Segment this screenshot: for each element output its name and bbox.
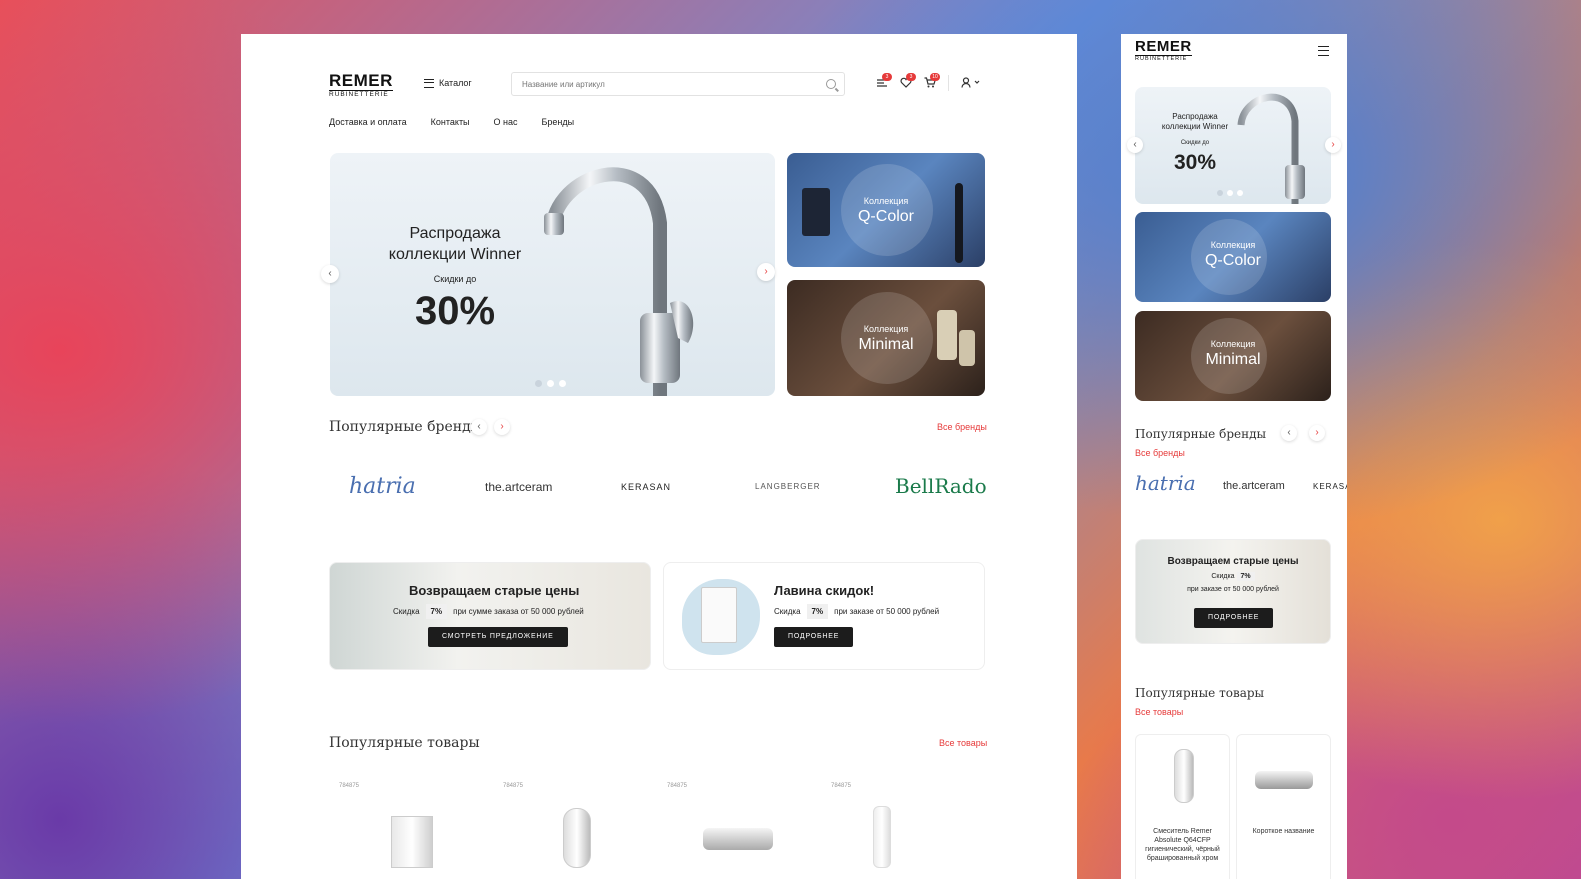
mobile-hero-prev-button[interactable]: ‹ — [1127, 137, 1143, 153]
more-details-button[interactable]: ПОДРОБНЕЕ — [774, 627, 854, 647]
cart-badge: 10 — [930, 73, 940, 81]
brand-logo-kerasan[interactable]: KERASAN — [621, 482, 671, 492]
product-image — [1255, 771, 1313, 789]
hero-prev-button[interactable]: ‹ — [321, 265, 339, 283]
hero-banner[interactable]: Распродажа коллекции Winner Скидки до 30… — [330, 153, 775, 396]
chevron-right-icon: › — [500, 421, 504, 432]
mobile-collection-minimal[interactable]: Коллекция Minimal — [1135, 311, 1331, 401]
hero-pagination — [535, 380, 566, 387]
collection-card-minimal[interactable]: Коллекция Minimal — [787, 280, 985, 396]
product-card[interactable]: Короткое название — [1236, 734, 1331, 879]
products-title: Популярные товары — [1135, 686, 1265, 700]
all-products-link[interactable]: Все товары — [939, 738, 987, 748]
mobile-collection-q-color[interactable]: Коллекция Q-Color — [1135, 212, 1331, 302]
hero-pagination — [1217, 190, 1243, 196]
all-brands-link[interactable]: Все бренды — [1135, 448, 1185, 458]
hero-title: Распродажа коллекции Winner — [1161, 112, 1229, 131]
product-sku: 784875 — [339, 783, 360, 789]
chevron-left-icon: ‹ — [328, 268, 332, 279]
brands-prev-button[interactable]: ‹ — [471, 419, 487, 435]
promo-card-discount-avalanche[interactable]: Лавина скидок! Скидка 7% при заказе от 5… — [663, 562, 985, 670]
compare-badge: 3 — [882, 73, 892, 81]
product-image — [1174, 749, 1194, 803]
products-title: Популярные товары — [329, 735, 480, 751]
promo-card-old-prices[interactable]: Возвращаем старые цены Скидка 7% при сум… — [329, 562, 651, 670]
chevron-right-icon: › — [764, 266, 768, 277]
logo[interactable]: REMER RUBINETTERIE — [329, 72, 393, 99]
nav-about[interactable]: О нас — [494, 117, 518, 127]
search-box — [511, 72, 845, 96]
chevron-left-icon: ‹ — [477, 421, 481, 432]
brands-next-button[interactable]: › — [494, 419, 510, 435]
product-name: Короткое название — [1252, 828, 1315, 835]
product-image[interactable] — [703, 828, 773, 850]
brands-next-button[interactable]: › — [1309, 425, 1325, 441]
chevron-left-icon: ‹ — [1287, 427, 1291, 438]
main-nav: Доставка и оплата Контакты О нас Бренды — [329, 117, 574, 127]
search-icon[interactable] — [826, 79, 836, 89]
promo-discount-row: Скидка 7% при сумме заказа от 50 000 руб… — [393, 604, 584, 619]
compare-icon[interactable]: 3 — [876, 73, 892, 91]
slide-dot[interactable] — [535, 380, 542, 387]
product-image[interactable] — [563, 808, 591, 868]
brand-logo-artceram[interactable]: the.artceram — [485, 480, 552, 494]
brands-title: Популярные бренды — [329, 419, 482, 435]
collection-card-q-color[interactable]: Коллекция Q-Color — [787, 153, 985, 267]
all-brands-link[interactable]: Все бренды — [937, 422, 987, 432]
faucet-image — [544, 167, 694, 396]
product-card[interactable]: Смеситель Remer Absolute Q64CFP гигиенич… — [1135, 734, 1230, 879]
logo[interactable]: REMER RUBINETTERIE — [1135, 39, 1192, 63]
hero-next-button[interactable]: › — [757, 263, 775, 281]
slide-dot[interactable] — [547, 380, 554, 387]
heart-icon[interactable]: 3 — [900, 73, 916, 91]
user-icon[interactable] — [961, 77, 981, 91]
search-input[interactable] — [520, 79, 804, 90]
product-name: Смеситель Remer Absolute Q64CFP гигиенич… — [1145, 828, 1220, 862]
brands-prev-button[interactable]: ‹ — [1281, 425, 1297, 441]
soap-dispenser-image — [701, 587, 737, 643]
all-products-link[interactable]: Все товары — [1135, 707, 1183, 717]
nav-contacts[interactable]: Контакты — [431, 117, 470, 127]
brand-logo-kerasan[interactable]: KERASAN — [1313, 482, 1347, 491]
brand-logo-bellrado[interactable]: BellRado — [895, 474, 987, 498]
product-sku: 784875 — [667, 783, 688, 789]
product-sku: 784875 — [831, 783, 852, 789]
brand-logo-artceram[interactable]: the.artceram — [1223, 480, 1285, 492]
nav-delivery[interactable]: Доставка и оплата — [329, 117, 407, 127]
favorites-badge: 3 — [906, 73, 916, 81]
chevron-left-icon: ‹ — [1133, 139, 1137, 150]
hero-discount: 30% — [414, 289, 496, 333]
hero-subtitle: Скидки до — [433, 274, 477, 284]
brand-logo-hatria[interactable]: hatria — [349, 474, 416, 499]
desktop-page: REMER RUBINETTERIE Каталог 3 3 10 Достав… — [241, 34, 1077, 879]
nav-brands[interactable]: Бренды — [542, 117, 575, 127]
view-offer-button[interactable]: СМОТРЕТЬ ПРЕДЛОЖЕНИЕ — [428, 627, 568, 647]
menu-icon[interactable] — [1318, 46, 1329, 56]
cart-icon[interactable]: 10 — [924, 73, 940, 91]
product-image[interactable] — [873, 806, 891, 868]
brand-logo-langberger[interactable]: LANGBERGER — [755, 482, 821, 491]
promo-discount-row: Скидка 7% — [1136, 572, 1330, 581]
brand-logo-hatria[interactable]: hatria — [1135, 471, 1196, 495]
product-sku: 784875 — [503, 783, 524, 789]
chevron-right-icon: › — [1331, 139, 1335, 150]
promo-discount-row: Скидка 7% при заказе от 50 000 рублей — [774, 604, 939, 619]
menu-icon — [424, 78, 434, 88]
mobile-hero-banner[interactable]: Распродажа коллекции Winner Скидки до 30… — [1135, 87, 1331, 204]
chevron-right-icon: › — [1315, 427, 1319, 438]
catalog-button[interactable]: Каталог — [424, 78, 472, 88]
slide-dot[interactable] — [559, 380, 566, 387]
mobile-promo-card[interactable]: Возвращаем старые цены Скидка 7% при зак… — [1135, 539, 1331, 644]
mobile-hero-next-button[interactable]: › — [1325, 137, 1341, 153]
more-details-button[interactable]: ПОДРОБНЕЕ — [1194, 608, 1274, 628]
faucet-image — [1237, 93, 1305, 204]
brands-title: Популярные бренды — [1135, 427, 1267, 441]
product-image[interactable] — [391, 816, 433, 868]
mobile-page: REMER RUBINETTERIE Распродажа коллекции … — [1121, 34, 1347, 879]
header-divider — [948, 75, 949, 91]
hero-title: Распродажа коллекции Winner — [388, 225, 522, 263]
